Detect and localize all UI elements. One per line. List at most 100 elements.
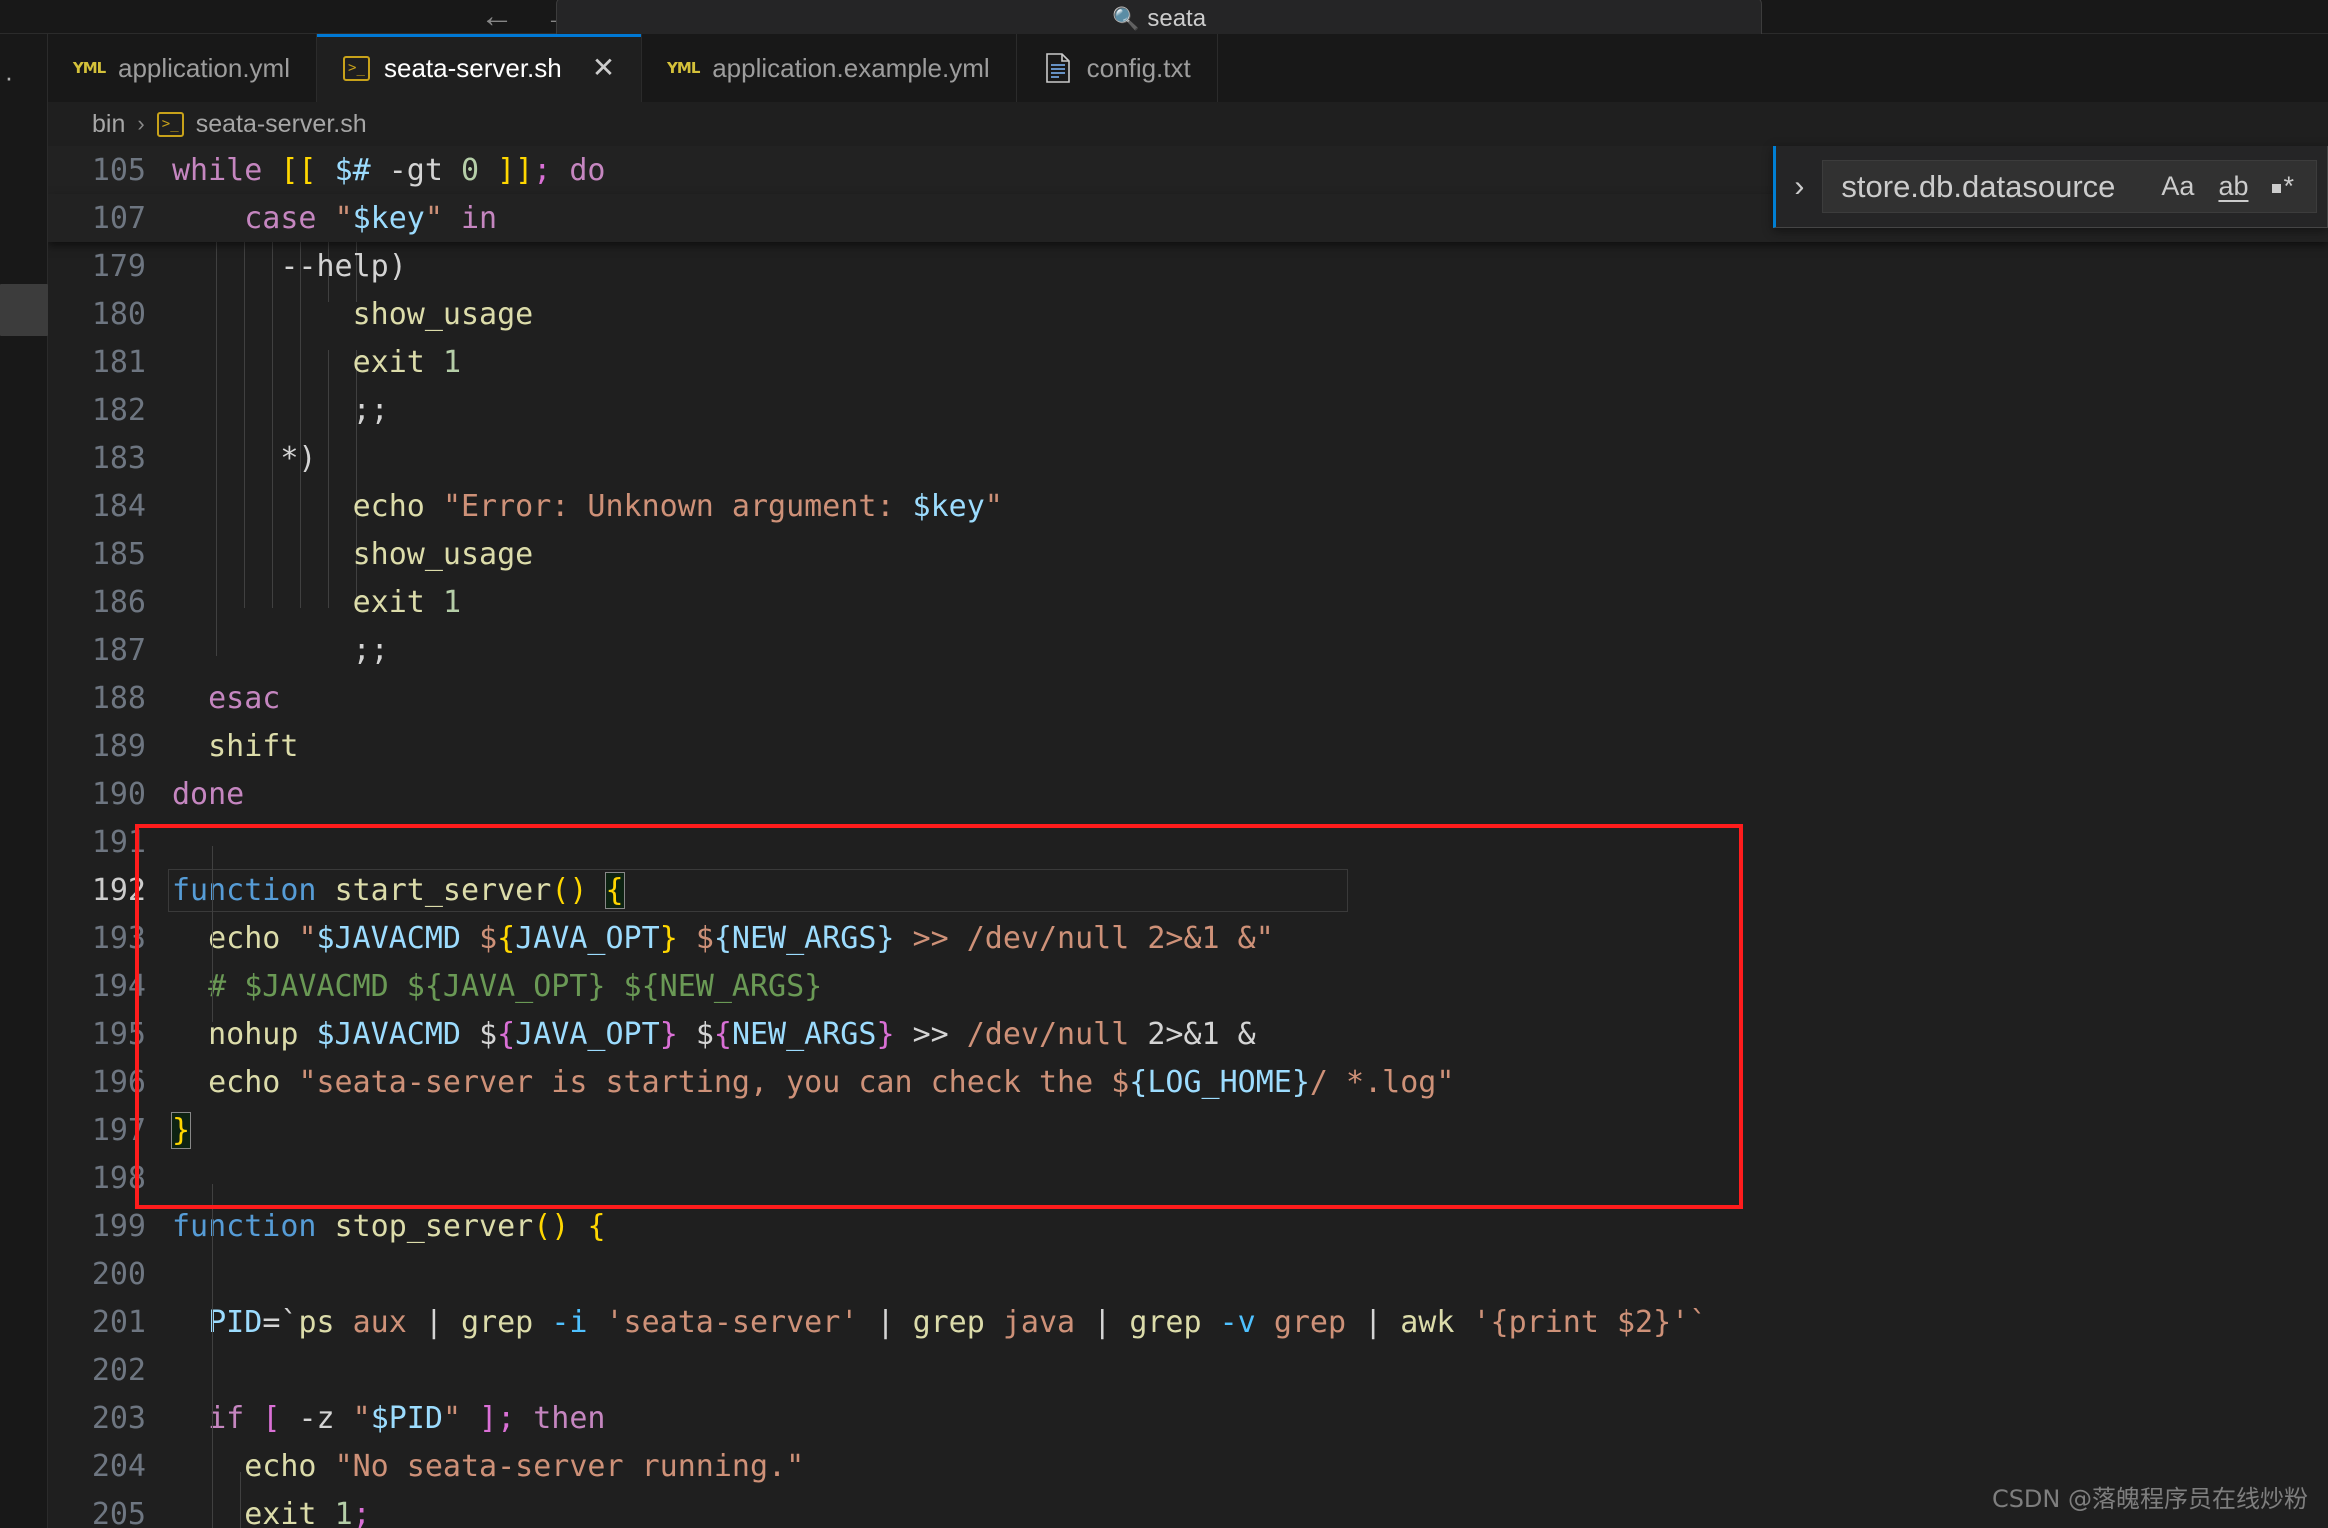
find-widget[interactable]: › store.db.datasource Aa ab *	[1773, 146, 2328, 228]
code-line[interactable]: 188 esac	[48, 674, 2328, 722]
search-icon: 🔍	[1111, 6, 1140, 31]
line-number: 201	[91, 1304, 146, 1340]
line-number: 204	[91, 1448, 146, 1484]
line-source: echo "$JAVACMD ${JAVA_OPT} ${NEW_ARGS} >…	[208, 920, 1274, 956]
chevron-right-icon: ›	[137, 111, 145, 136]
title-bar: ← → 🔍 seata	[0, 0, 2328, 41]
code-line[interactable]: 201 PID=`ps aux | grep -i 'seata-server'…	[48, 1298, 2328, 1346]
breadcrumb-file[interactable]: seata-server.sh	[196, 110, 367, 139]
code-line[interactable]: 197 }	[48, 1106, 2328, 1154]
code-line[interactable]: 202	[48, 1346, 2328, 1394]
regex-icon[interactable]: *	[2260, 167, 2306, 206]
indent-guide	[212, 1184, 213, 1528]
line-number: 179	[91, 248, 146, 284]
code-line[interactable]: 200	[48, 1250, 2328, 1298]
line-source: echo "seata-server is starting, you can …	[208, 1064, 1455, 1100]
line-number: 184	[91, 488, 146, 524]
line-number: 205	[91, 1496, 146, 1528]
watermark: CSDN @落魄程序员在线炒粉	[1991, 1485, 2308, 1513]
code-line[interactable]: 184 echo "Error: Unknown argument: $key"	[48, 482, 2328, 530]
code-line[interactable]: 179 --help)	[48, 242, 2328, 290]
code-line[interactable]: 186 exit 1	[48, 578, 2328, 626]
close-icon[interactable]: ✕	[592, 54, 615, 82]
regex-glyph: *	[2283, 171, 2294, 201]
vscode-window: ← → 🔍 seata ·· YML application.yml >_ se…	[0, 0, 2328, 1528]
chevron-right-icon[interactable]: ›	[1776, 146, 1822, 227]
line-source: show_usage	[352, 296, 534, 332]
code-line[interactable]: 182 ;;	[48, 386, 2328, 434]
code-line[interactable]: 180 show_usage	[48, 290, 2328, 338]
line-number: 190	[91, 776, 146, 812]
line-number: 198	[91, 1160, 146, 1196]
editor-tab-bar: YML application.yml >_ seata-server.sh ✕…	[48, 34, 2328, 102]
indent-guide	[212, 846, 213, 1022]
code-line[interactable]: 199 function stop_server() {	[48, 1202, 2328, 1250]
line-source: esac	[208, 680, 281, 716]
indent-guide	[240, 1472, 241, 1528]
line-number: 188	[91, 680, 146, 716]
line-source: exit 1	[352, 584, 461, 620]
find-input-value: store.db.datasource	[1841, 168, 2116, 204]
code-line[interactable]: 196 echo "seata-server is starting, you …	[48, 1058, 2328, 1106]
shell-file-icon: >_	[156, 111, 184, 137]
line-number: 199	[91, 1208, 146, 1244]
code-line[interactable]: 187 ;;	[48, 626, 2328, 674]
line-source	[168, 1257, 2328, 1292]
line-number: 196	[91, 1064, 146, 1100]
line-source: echo "Error: Unknown argument: $key"	[352, 488, 1003, 524]
line-source: # $JAVACMD ${JAVA_OPT} ${NEW_ARGS}	[172, 968, 823, 1004]
line-number: 192	[91, 872, 146, 908]
match-case-icon[interactable]: Aa	[2149, 167, 2206, 206]
code-line[interactable]: 191	[48, 818, 2328, 866]
line-source	[168, 825, 2328, 860]
overflow-dots-icon[interactable]: ··	[0, 62, 15, 93]
line-number: 185	[91, 536, 146, 572]
tab-config-txt[interactable]: config.txt	[1016, 34, 1218, 102]
line-number: 202	[91, 1352, 146, 1388]
line-number: 195	[91, 1016, 146, 1052]
code-line[interactable]: 203 if [ -z "$PID" ]; then	[48, 1394, 2328, 1442]
code-line[interactable]: 204 echo "No seata-server running."	[48, 1442, 2328, 1490]
line-source: show_usage	[352, 536, 534, 572]
breadcrumb[interactable]: bin › >_ seata-server.sh	[48, 102, 2328, 146]
code-line[interactable]: 190 done	[48, 770, 2328, 818]
yaml-file-icon: YML	[72, 59, 106, 77]
code-line[interactable]: 194 # $JAVACMD ${JAVA_OPT} ${NEW_ARGS}	[48, 962, 2328, 1010]
code-line[interactable]: 189 shift	[48, 722, 2328, 770]
code-line[interactable]: 205 exit 1;	[48, 1490, 2328, 1528]
code-line[interactable]: 183 *)	[48, 434, 2328, 482]
tab-label: application.yml	[118, 52, 290, 83]
text-file-icon	[1043, 53, 1073, 83]
line-number: 193	[91, 920, 146, 956]
sidebar-scrollbar-thumb[interactable]	[0, 284, 48, 336]
line-source	[168, 1161, 2328, 1196]
code-line[interactable]: 195 nohup $JAVACMD ${JAVA_OPT} ${NEW_ARG…	[48, 1010, 2328, 1058]
code-line[interactable]: 181 exit 1	[48, 338, 2328, 386]
tab-application-example-yml[interactable]: YML application.example.yml	[642, 34, 1017, 102]
code-editor[interactable]: 105 while [[ $# -gt 0 ]]; do 107 case "$…	[48, 146, 2328, 1528]
activity-bar[interactable]: ··	[0, 34, 48, 1528]
line-source: PID=`ps aux | grep -i 'seata-server' | g…	[208, 1304, 1708, 1340]
line-number: 200	[91, 1256, 146, 1292]
line-number: 182	[91, 392, 146, 428]
line-source: *)	[280, 440, 317, 476]
whole-word-icon[interactable]: ab	[2206, 167, 2260, 206]
line-source: function stop_server() {	[172, 1208, 606, 1244]
tab-label: seata-server.sh	[383, 52, 562, 83]
command-center-text: seata	[1147, 5, 1207, 32]
tab-seata-server-sh[interactable]: >_ seata-server.sh ✕	[316, 34, 643, 102]
tab-application-yml[interactable]: YML application.yml	[48, 34, 317, 102]
line-source: ;;	[352, 632, 389, 668]
code-line[interactable]: 185 show_usage	[48, 530, 2328, 578]
line-source: ;;	[352, 392, 389, 428]
line-number: 107	[91, 200, 146, 236]
find-input[interactable]: store.db.datasource Aa ab *	[1822, 160, 2317, 213]
breadcrumb-folder[interactable]: bin	[92, 110, 125, 139]
line-number: 197	[91, 1112, 146, 1148]
code-line-current[interactable]: 192 function start_server() {	[48, 866, 2328, 914]
line-source: }	[170, 1111, 192, 1149]
back-arrow-icon[interactable]: ←	[480, 0, 514, 33]
code-line[interactable]: 193 echo "$JAVACMD ${JAVA_OPT} ${NEW_ARG…	[48, 914, 2328, 962]
code-line[interactable]: 198	[48, 1154, 2328, 1202]
line-source: exit 1	[352, 344, 461, 380]
